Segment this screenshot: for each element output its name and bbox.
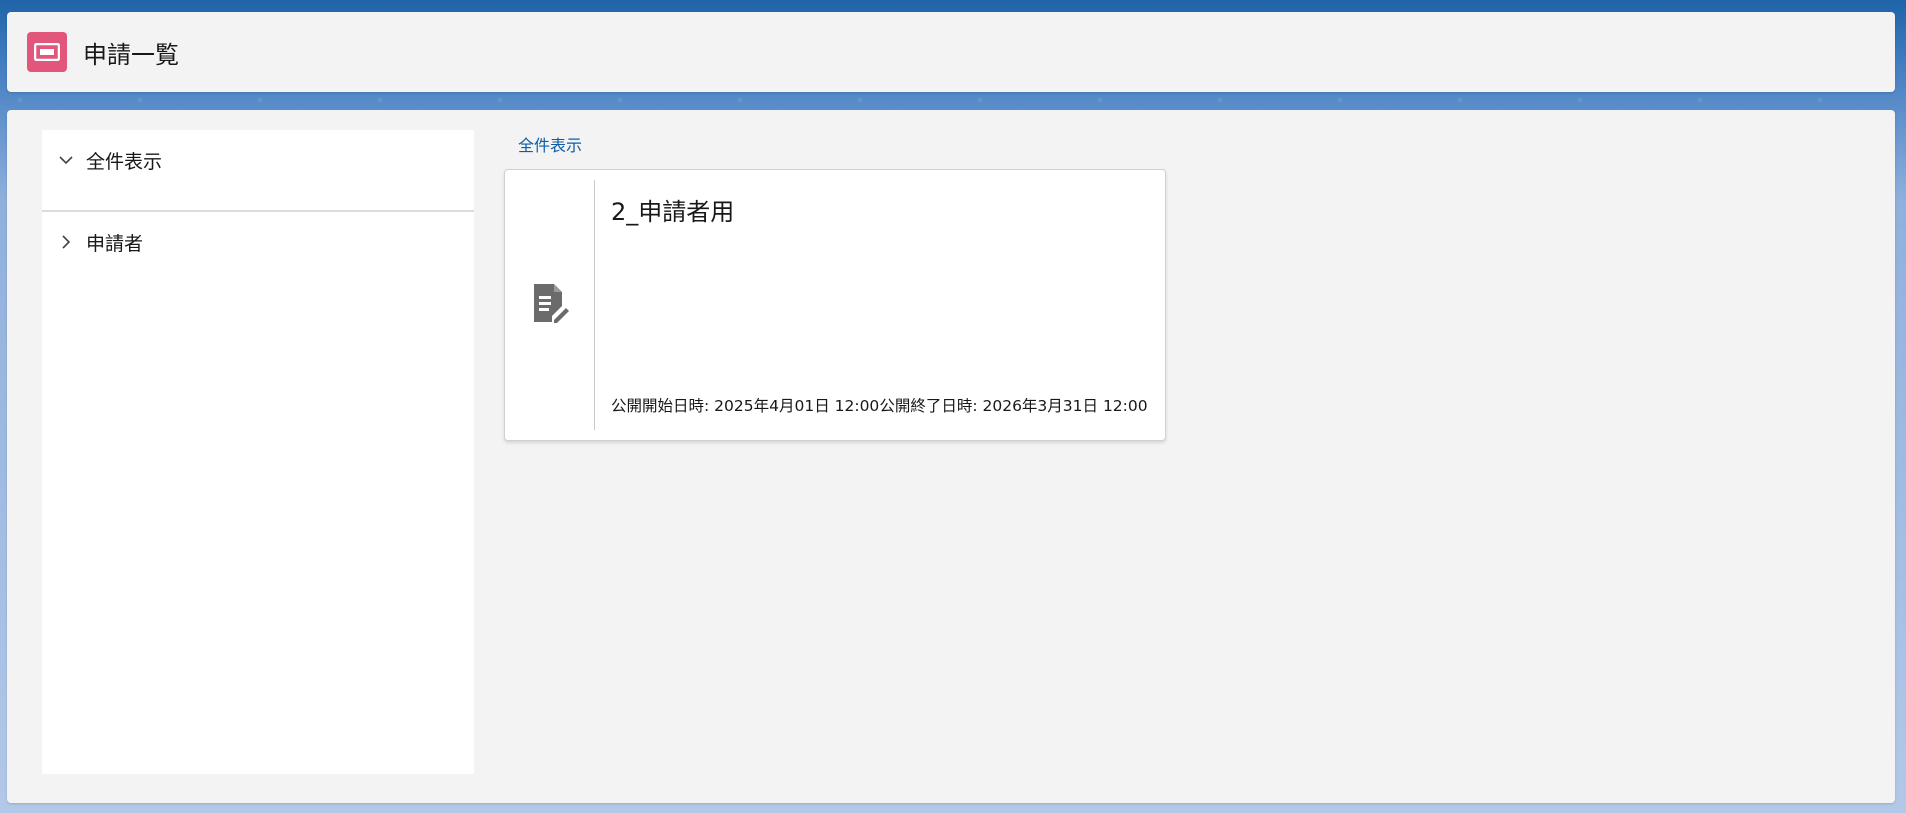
- page-title: 申請一覧: [83, 40, 179, 69]
- end-date-label: 公開終了日時:: [879, 397, 978, 415]
- breadcrumb-all-link[interactable]: 全件表示: [518, 132, 582, 156]
- application-card[interactable]: 2_申請者用 公開開始日時: 2025年4月01日 12:00公開終了日時: 2…: [504, 169, 1166, 441]
- chevron-right-icon[interactable]: [58, 234, 74, 250]
- tree-item-label: 全件表示: [86, 150, 163, 173]
- start-date-value: 2025年4月01日 12:00: [714, 397, 880, 415]
- start-date-label: 公開開始日時:: [611, 397, 710, 415]
- card-dates: 公開開始日時: 2025年4月01日 12:00公開終了日時: 2026年3月3…: [611, 394, 1148, 416]
- main-panel: 全件表示 申請者 全件表示 2_申請者用 公開開始日時: 2025年4月01日 …: [7, 110, 1895, 803]
- ticket-icon: [27, 32, 67, 72]
- page-header: 申請一覧: [7, 12, 1895, 92]
- card-divider: [594, 180, 595, 430]
- divider: [42, 210, 474, 212]
- tree-item-label: 申請者: [86, 232, 144, 255]
- end-date-value: 2026年3月31日 12:00: [982, 397, 1148, 415]
- tree-item-applicant[interactable]: 申請者: [42, 224, 474, 260]
- category-sidebar: 全件表示 申請者: [42, 130, 474, 774]
- card-icon-area: [505, 170, 594, 440]
- tree-item-all[interactable]: 全件表示: [42, 142, 474, 178]
- chevron-down-icon[interactable]: [58, 152, 74, 168]
- document-edit-icon: [530, 282, 570, 328]
- card-title: 2_申請者用: [611, 198, 735, 226]
